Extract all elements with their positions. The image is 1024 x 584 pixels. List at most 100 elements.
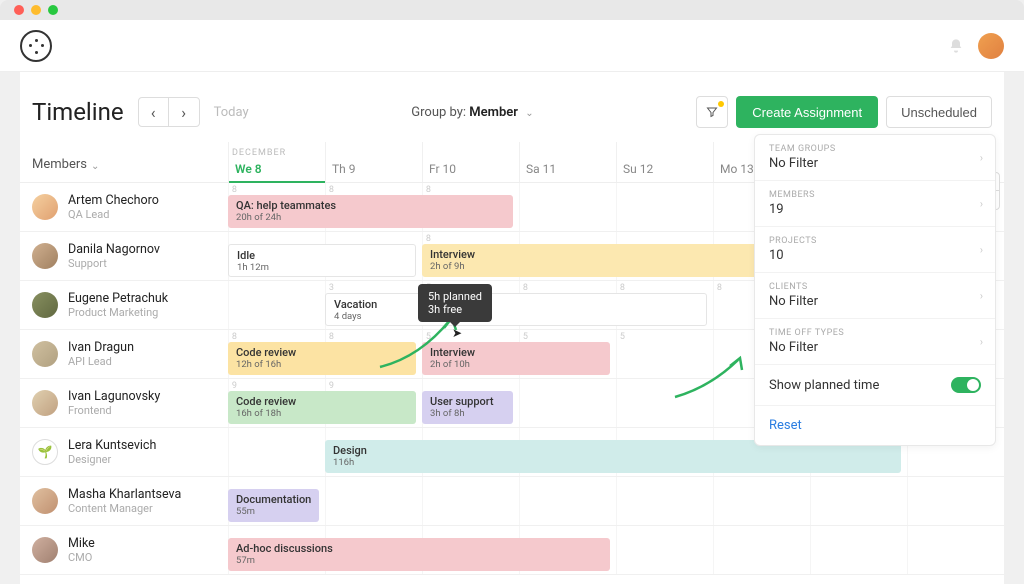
member-cell[interactable]: Ivan LagunovskyFrontend [20, 379, 228, 427]
member-cell[interactable]: Artem ChechoroQA Lead [20, 183, 228, 231]
assignment-bar[interactable]: QA: help teammates20h of 24h [228, 195, 513, 228]
member-cell[interactable]: Ivan DragunAPI Lead [20, 330, 228, 378]
member-cell[interactable]: Danila NagornovSupport [20, 232, 228, 280]
assignment-title: Ad-hoc discussions [236, 542, 602, 555]
member-role: Support [68, 257, 160, 270]
minimize-window[interactable] [31, 5, 41, 15]
hours-label: 8 [232, 332, 237, 342]
member-lane[interactable]: Documentation55m [228, 477, 1004, 525]
page-toolbar: Timeline ‹ › Today Group by: Member ⌄ Cr… [20, 72, 1004, 142]
assignment-subtitle: 2h of 10h [430, 359, 602, 370]
hours-label: 5 [620, 332, 625, 342]
today-button[interactable]: Today [214, 105, 249, 120]
window-chrome [0, 0, 1024, 20]
member-name: Ivan Dragun [68, 340, 134, 355]
member-avatar [32, 439, 58, 465]
chevron-right-icon: › [980, 197, 983, 210]
maximize-window[interactable] [48, 5, 58, 15]
close-window[interactable] [14, 5, 24, 15]
assignment-bar[interactable]: Ad-hoc discussions57m [228, 538, 610, 571]
member-lane[interactable]: Ad-hoc discussions57m [228, 526, 1004, 574]
member-role: Content Manager [68, 502, 181, 515]
hours-label: 9 [232, 381, 237, 391]
assignment-bar[interactable]: Code review16h of 18h [228, 391, 416, 424]
member-avatar [32, 341, 58, 367]
filter-panel: TEAM GROUPSNo Filter›MEMBERS19›PROJECTS1… [754, 134, 996, 446]
day-column[interactable]: Su 12 [616, 142, 713, 182]
filter-label: MEMBERS [769, 190, 981, 200]
assignment-title: Code review [236, 346, 408, 359]
hours-label: 3 [329, 283, 334, 293]
member-row: MikeCMOAd-hoc discussions57m [20, 526, 1004, 575]
filter-item[interactable]: TIME OFF TYPESNo Filter› [755, 319, 995, 365]
assignment-bar[interactable]: Code review12h of 16h [228, 342, 416, 375]
next-button[interactable]: › [169, 98, 199, 126]
hours-label: 8 [232, 185, 237, 195]
assignment-title: User support [430, 395, 505, 408]
member-cell[interactable]: Masha KharlantsevaContent Manager [20, 477, 228, 525]
assignment-bar[interactable]: Interview2h of 10h [422, 342, 610, 375]
filter-item[interactable]: PROJECTS10› [755, 227, 995, 273]
filter-item[interactable]: MEMBERS 19› [755, 181, 995, 227]
reset-filters-link[interactable]: Reset [755, 406, 995, 445]
filter-item[interactable]: CLIENTSNo Filter› [755, 273, 995, 319]
member-role: CMO [68, 551, 95, 564]
filter-item[interactable]: TEAM GROUPSNo Filter› [755, 135, 995, 181]
member-name: Danila Nagornov [68, 242, 160, 257]
user-avatar[interactable] [978, 33, 1004, 59]
page-title: Timeline [32, 98, 124, 126]
app-logo[interactable] [20, 30, 52, 62]
member-name: Mike [68, 536, 95, 551]
assignment-subtitle: 57m [236, 555, 602, 566]
day-column[interactable]: We 8 [228, 142, 325, 182]
member-role: Designer [68, 453, 156, 466]
member-name: Lera Kuntsevich [68, 438, 156, 453]
member-cell[interactable]: MikeCMO [20, 526, 228, 574]
hours-label: 9 [329, 381, 334, 391]
member-name: Ivan Lagunovsky [68, 389, 160, 404]
member-avatar [32, 243, 58, 269]
member-row: Masha KharlantsevaContent ManagerDocumen… [20, 477, 1004, 526]
hours-label: 5 [426, 332, 431, 342]
chevron-down-icon: ⌄ [91, 161, 99, 172]
members-column-header[interactable]: Members ⌄ [20, 142, 228, 182]
member-cell[interactable]: Lera KuntsevichDesigner [20, 428, 228, 476]
unscheduled-button[interactable]: Unscheduled [886, 96, 992, 128]
filter-label: TIME OFF TYPES [769, 328, 981, 338]
hours-label: 8 [426, 185, 431, 195]
assignment-bar[interactable]: Vacation4 days [325, 293, 707, 326]
day-column[interactable]: Th 9 [325, 142, 422, 182]
day-column[interactable]: Fr 10 [422, 142, 519, 182]
assignment-bar[interactable]: Documentation55m [228, 489, 319, 522]
planned-time-toggle[interactable] [951, 377, 981, 393]
member-avatar [32, 537, 58, 563]
assignment-bar[interactable]: Idle1h 12m [228, 244, 416, 277]
filter-value: 19 [769, 202, 981, 217]
hours-label: 8 [426, 234, 431, 244]
create-assignment-button[interactable]: Create Assignment [736, 96, 878, 128]
show-planned-toggle-row: Show planned time [755, 365, 995, 406]
day-column[interactable]: Sa 11 [519, 142, 616, 182]
prev-button[interactable]: ‹ [139, 98, 169, 126]
member-avatar [32, 488, 58, 514]
assignment-title: QA: help teammates [236, 199, 505, 212]
groupby-selector[interactable]: Group by: Member ⌄ [263, 105, 683, 120]
assignment-subtitle: 1h 12m [237, 262, 407, 273]
member-role: Frontend [68, 404, 160, 417]
cursor-icon: ➤ [452, 326, 462, 340]
filter-label: TEAM GROUPS [769, 144, 981, 154]
member-cell[interactable]: Eugene PetrachukProduct Marketing [20, 281, 228, 329]
date-nav: ‹ › [138, 97, 200, 127]
assignment-subtitle: 12h of 16h [236, 359, 408, 370]
notifications-icon[interactable] [948, 38, 964, 54]
hours-label: 8 [329, 185, 334, 195]
member-role: QA Lead [68, 208, 159, 221]
member-name: Eugene Petrachuk [68, 291, 168, 306]
filter-button[interactable] [696, 96, 728, 128]
assignment-bar[interactable]: User support3h of 8h [422, 391, 513, 424]
assignment-title: Vacation [334, 298, 698, 311]
member-avatar [32, 390, 58, 416]
assignment-subtitle: 20h of 24h [236, 212, 505, 223]
chevron-right-icon: › [980, 289, 983, 302]
filter-value: 10 [769, 248, 981, 263]
